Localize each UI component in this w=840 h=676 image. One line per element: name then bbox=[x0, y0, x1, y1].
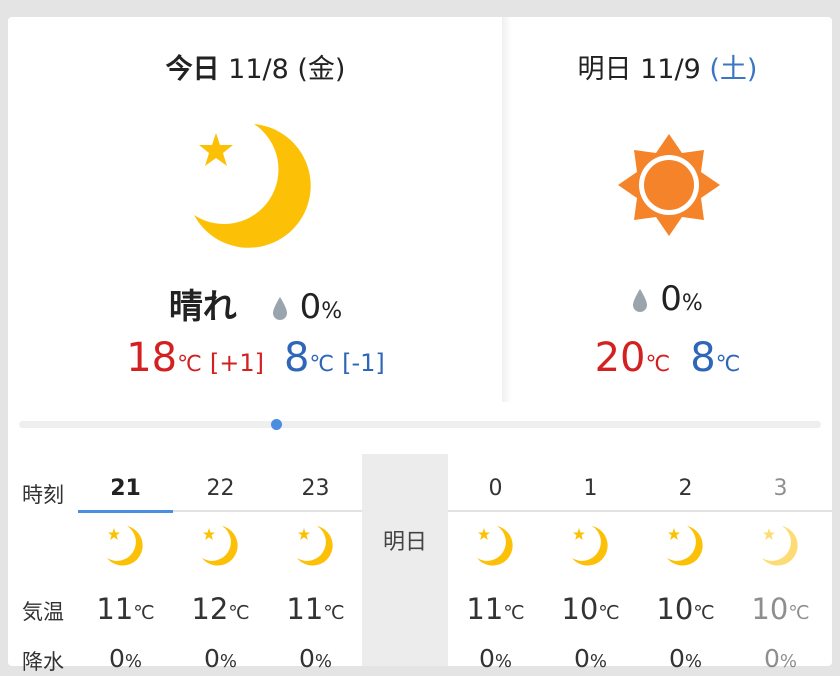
hour-label: 3 bbox=[773, 476, 788, 501]
hour-precip: 0% bbox=[108, 644, 142, 673]
today-condition-row: 晴れ 0% bbox=[8, 279, 503, 328]
hour-column[interactable]: 22 12℃ 0% bbox=[173, 454, 268, 673]
raindrop-icon bbox=[272, 296, 287, 320]
tomorrow-separator: 明日 bbox=[362, 454, 448, 666]
hour-temp: 11℃ bbox=[286, 592, 345, 626]
row-label-time: 時刻 bbox=[22, 483, 64, 507]
moon-star-icon bbox=[667, 526, 703, 566]
hour-column[interactable]: 2 10℃ 0% bbox=[638, 454, 733, 673]
sun-icon bbox=[618, 134, 720, 236]
hour-temp: 12℃ bbox=[191, 592, 250, 626]
moon-star-icon bbox=[194, 124, 311, 248]
today-low: 8℃ [-1] bbox=[283, 335, 385, 381]
today-precip-unit: % bbox=[321, 299, 343, 324]
tomorrow-low: 8℃ bbox=[690, 335, 741, 381]
row-label-precip: 降水 bbox=[22, 650, 64, 674]
hour-temp: 10℃ bbox=[561, 592, 620, 626]
hour-temp: 11℃ bbox=[96, 592, 155, 626]
carousel-scroll-track[interactable] bbox=[19, 421, 821, 428]
hour-temp: 11℃ bbox=[466, 592, 525, 626]
moon-star-icon bbox=[202, 526, 238, 566]
hourly-forecast[interactable]: 時刻 気温 降水 明日 21 11℃ 0% 22 12℃ 0% 23 11℃ 0… bbox=[8, 454, 832, 674]
row-label-temp: 気温 bbox=[22, 600, 64, 624]
hour-temp: 10℃ bbox=[656, 592, 715, 626]
tomorrow-date-text: 明日 11/9 bbox=[577, 54, 701, 85]
moon-star-icon bbox=[762, 526, 798, 566]
tomorrow-weekday: (土) bbox=[709, 54, 758, 85]
tomorrow-precip-value: 0 bbox=[660, 279, 682, 319]
carousel-scroll-indicator[interactable] bbox=[271, 419, 282, 430]
hour-label: 23 bbox=[301, 476, 330, 501]
today-temps: 18℃ [+1] 8℃ [-1] bbox=[8, 335, 503, 381]
today-date: 今日 11/8 (金) bbox=[8, 47, 503, 86]
today-condition: 晴れ bbox=[168, 287, 237, 327]
hour-column[interactable]: 3 10℃ 0% bbox=[733, 454, 828, 673]
hour-column[interactable]: 1 10℃ 0% bbox=[543, 454, 638, 673]
today-panel[interactable]: 今日 11/8 (金) 晴れ 0% 18℃ [+1] 8℃ [-1] bbox=[8, 17, 503, 397]
today-high-diff: [+1] bbox=[209, 349, 264, 377]
raindrop-icon bbox=[633, 288, 648, 312]
tomorrow-separator-label: 明日 bbox=[382, 530, 427, 555]
hour-precip: 0% bbox=[668, 644, 702, 673]
hour-precip: 0% bbox=[203, 644, 237, 673]
hour-label: 22 bbox=[206, 476, 235, 501]
moon-star-icon bbox=[107, 526, 143, 566]
tomorrow-panel[interactable]: 明日 11/9 (土) 0% 20℃ 8℃ bbox=[503, 17, 832, 397]
forecast-card: 今日 11/8 (金) 晴れ 0% 18℃ [+1] 8℃ [-1] 明日 11/9 … bbox=[8, 17, 832, 674]
tomorrow-temps: 20℃ 8℃ bbox=[503, 335, 832, 381]
today-date-text: 11/8 (金) bbox=[228, 54, 346, 85]
moon-star-icon bbox=[297, 526, 333, 566]
moon-star-icon bbox=[572, 526, 608, 566]
hour-label: 0 bbox=[488, 476, 503, 501]
hour-precip: 0% bbox=[763, 644, 797, 673]
hour-label: 1 bbox=[583, 476, 598, 501]
hour-precip: 0% bbox=[478, 644, 512, 673]
hour-precip: 0% bbox=[298, 644, 332, 673]
hour-column[interactable]: 23 11℃ 0% bbox=[268, 454, 363, 673]
today-label: 今日 bbox=[165, 54, 220, 85]
hour-label: 2 bbox=[678, 476, 693, 501]
today-low-diff: [-1] bbox=[342, 349, 385, 377]
tomorrow-date: 明日 11/9 (土) bbox=[503, 47, 832, 86]
tomorrow-high: 20℃ bbox=[594, 335, 671, 381]
hour-precip: 0% bbox=[573, 644, 607, 673]
hour-column[interactable]: 21 11℃ 0% bbox=[78, 454, 173, 673]
hour-column[interactable]: 0 11℃ 0% bbox=[448, 454, 543, 673]
today-precip-value: 0 bbox=[299, 287, 322, 327]
tomorrow-condition-row: 0% bbox=[503, 279, 832, 319]
hour-temp: 10℃ bbox=[751, 592, 810, 626]
hour-label: 21 bbox=[110, 476, 141, 501]
tomorrow-precip-unit: % bbox=[681, 291, 703, 316]
today-high: 18℃ [+1] bbox=[126, 335, 264, 381]
moon-star-icon bbox=[477, 526, 513, 566]
